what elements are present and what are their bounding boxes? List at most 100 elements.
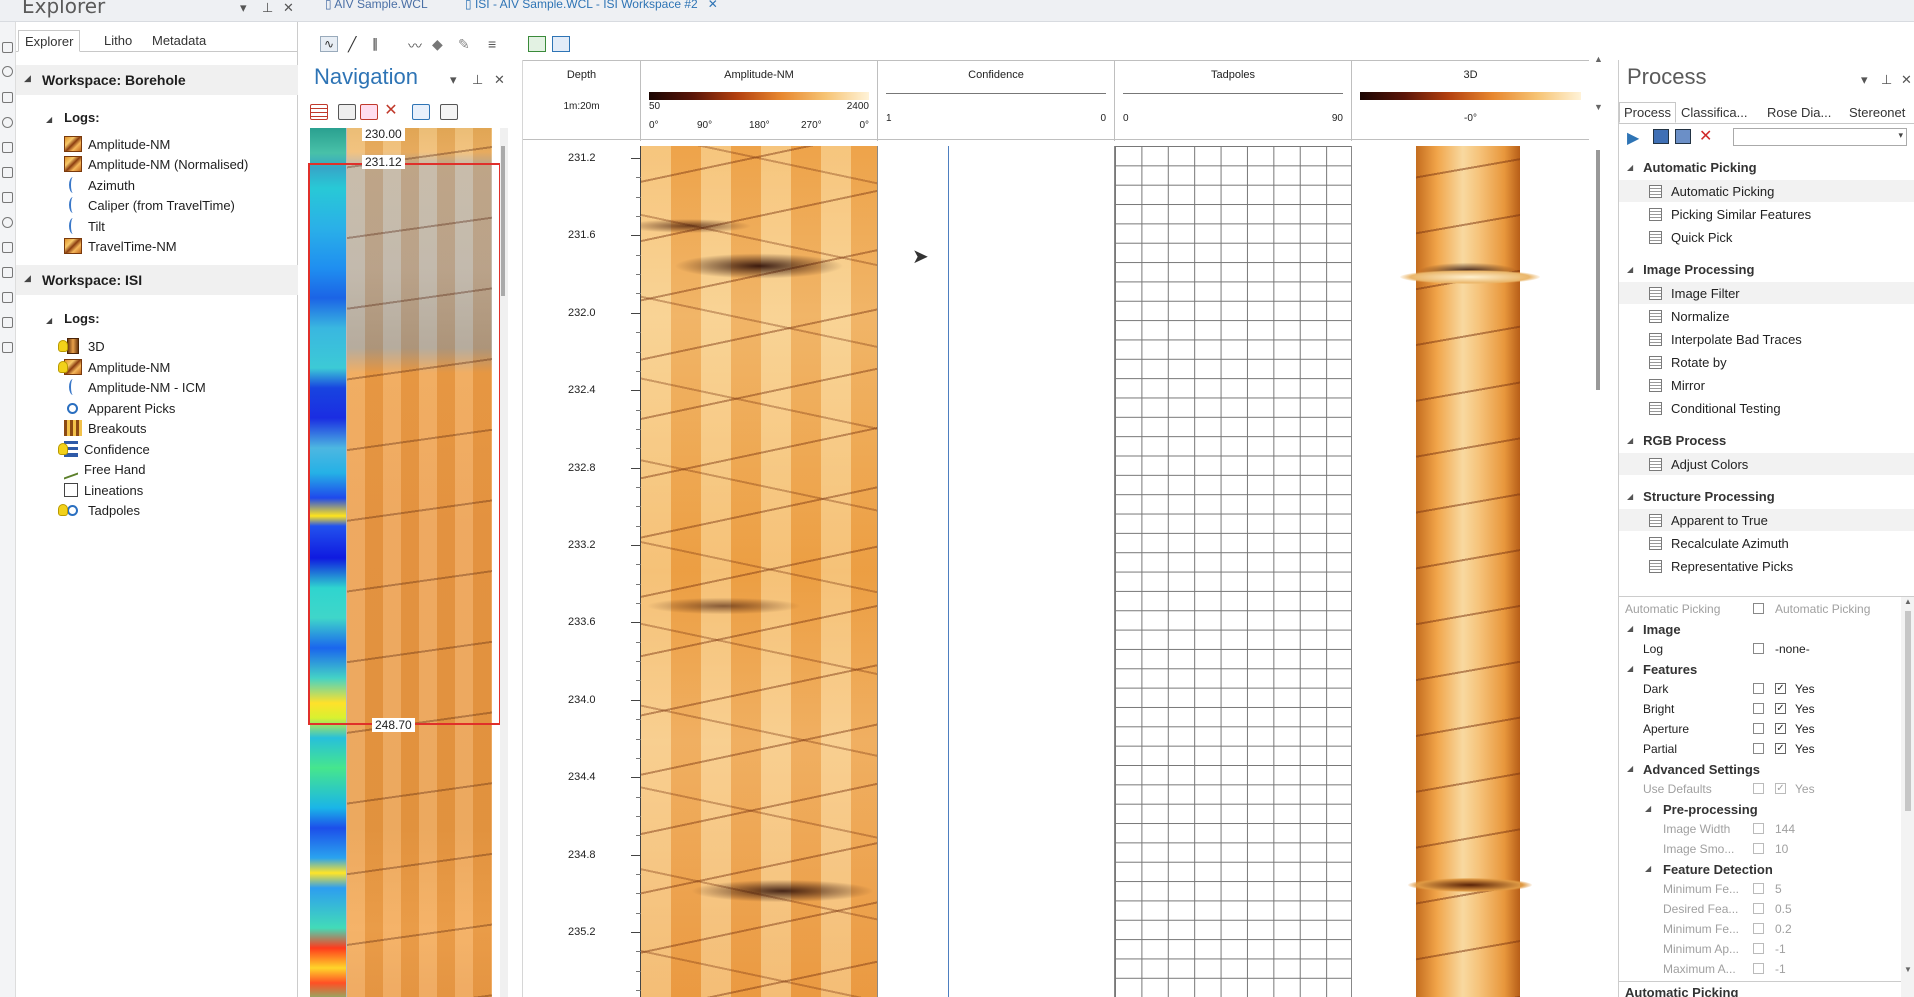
edit-icon[interactable] <box>1753 723 1764 734</box>
eraser-icon[interactable]: ◆ <box>432 36 450 52</box>
category-rgb-process[interactable]: ◢ RGB Process <box>1627 429 1726 451</box>
scroll-up-icon[interactable]: ▲ <box>1594 54 1603 64</box>
tool-icon[interactable] <box>2 92 13 103</box>
category-image-processing[interactable]: ◢ Image Processing <box>1627 258 1754 280</box>
tree-item-lineations[interactable]: Lineations <box>64 480 143 500</box>
amplitude-image-track[interactable] <box>641 146 878 997</box>
process-item-rotate[interactable]: Rotate by <box>1619 351 1914 373</box>
tool-icon[interactable] <box>2 267 13 278</box>
tool-icon[interactable] <box>2 317 13 328</box>
prop-section-feature-detection[interactable]: ◢ Feature Detection <box>1619 859 1901 879</box>
confidence-track[interactable]: ➤ <box>878 146 1115 997</box>
process-item-adjust-colors[interactable]: Adjust Colors <box>1619 453 1914 475</box>
category-structure-processing[interactable]: ◢ Structure Processing <box>1627 485 1775 507</box>
process-item-quick-pick[interactable]: Quick Pick <box>1619 226 1914 248</box>
prop-log[interactable]: Log -none- <box>1619 639 1901 659</box>
prop-section-features[interactable]: ◢ Features <box>1619 659 1901 679</box>
prop-value[interactable]: 0.2 <box>1775 922 1792 936</box>
collapse-icon[interactable]: ◢ <box>24 273 31 284</box>
lightbulb-icon[interactable] <box>58 340 68 352</box>
scroll-down-icon[interactable]: ▼ <box>1904 965 1912 974</box>
workspace-isi[interactable]: ◢ Workspace: ISI <box>16 265 298 295</box>
prop-desired-feature[interactable]: Desired Fea... 0.5 <box>1619 899 1901 919</box>
edit-icon[interactable] <box>1753 883 1764 894</box>
prop-value[interactable]: 0.5 <box>1775 902 1792 916</box>
tree-item-amplitude-nm-normalised[interactable]: Amplitude-NM (Normalised) <box>64 154 248 174</box>
remove-track-icon[interactable] <box>360 104 378 120</box>
collapse-icon[interactable]: ◢ <box>46 115 52 124</box>
import-icon[interactable] <box>528 36 546 52</box>
collapse-icon[interactable]: ◢ <box>1627 764 1633 773</box>
prop-section-image[interactable]: ◢ Image <box>1619 619 1901 639</box>
process-item-recalculate-azimuth[interactable]: Recalculate Azimuth <box>1619 532 1914 554</box>
tree-item-caliper[interactable]: Caliper (from TravelTime) <box>64 195 235 215</box>
chevron-down-icon[interactable]: ▾ <box>1898 130 1903 141</box>
tab-process[interactable]: Process <box>1619 102 1676 123</box>
process-item-apparent-to-true[interactable]: Apparent to True <box>1619 509 1914 531</box>
prop-section-advanced[interactable]: ◢ Advanced Settings <box>1619 759 1901 779</box>
scroll-down-icon[interactable]: ▼ <box>1594 102 1603 112</box>
collapse-icon[interactable]: ◢ <box>46 316 52 325</box>
export-icon[interactable] <box>412 104 430 120</box>
list-icon[interactable] <box>310 104 328 120</box>
prop-minimum-feature-1[interactable]: Minimum Fe... 5 <box>1619 879 1901 899</box>
tool-icon[interactable] <box>2 117 13 128</box>
tool-icon[interactable] <box>2 217 13 228</box>
collapse-icon[interactable]: ◢ <box>24 73 31 84</box>
collapse-icon[interactable]: ◢ <box>1645 864 1651 873</box>
collapse-icon[interactable]: ◢ <box>1627 664 1633 673</box>
header-amplitude[interactable]: Amplitude-NM 50 2400 0° 90° 180° 270° 0° <box>641 61 878 141</box>
prop-partial[interactable]: Partial ✓ Yes <box>1619 739 1901 759</box>
checkbox-checked[interactable]: ✓ <box>1775 703 1786 714</box>
edit-icon[interactable] <box>440 104 458 120</box>
tab-classification[interactable]: Classifica... <box>1681 105 1747 120</box>
tab-stereonet[interactable]: Stereonet <box>1849 105 1905 120</box>
prop-value[interactable]: 144 <box>1775 822 1795 836</box>
process-item-mirror[interactable]: Mirror <box>1619 374 1914 396</box>
tool-icon[interactable] <box>2 342 13 353</box>
tool-icon[interactable] <box>2 192 13 203</box>
parallel-tool-icon[interactable]: ∥ <box>372 36 390 52</box>
checkbox-checked[interactable]: ✓ <box>1775 723 1786 734</box>
prop-aperture[interactable]: Aperture ✓ Yes <box>1619 719 1901 739</box>
delete-icon[interactable]: ✕ <box>1699 126 1712 146</box>
checkbox-checked[interactable]: ✓ <box>1775 743 1786 754</box>
3d-track[interactable] <box>1352 146 1589 997</box>
tab-rose-diagram[interactable]: Rose Dia... <box>1767 105 1831 120</box>
lightbulb-icon[interactable] <box>58 361 68 373</box>
tool-icon[interactable] <box>2 66 13 77</box>
prop-section-preprocessing[interactable]: ◢ Pre-processing <box>1619 799 1901 819</box>
edit-icon[interactable] <box>1753 743 1764 754</box>
prop-value[interactable]: 10 <box>1775 842 1788 856</box>
tree-item-breakouts[interactable]: Breakouts <box>64 418 147 438</box>
checkbox-checked[interactable]: ✓ <box>1775 683 1786 694</box>
tree-item-azimuth[interactable]: Azimuth <box>64 175 135 195</box>
tree-item-confidence[interactable]: Confidence <box>58 439 150 459</box>
tab-metadata[interactable]: Metadata <box>146 30 212 52</box>
scroll-thumb[interactable] <box>1905 611 1911 811</box>
prop-value[interactable]: -1 <box>1775 962 1786 976</box>
edit-icon[interactable] <box>1753 643 1764 654</box>
edit-icon[interactable] <box>1753 783 1764 794</box>
collapse-icon[interactable]: ◢ <box>1627 163 1633 172</box>
property-scrollbar[interactable]: ▲ ▼ <box>1901 597 1914 997</box>
tree-item-tadpoles[interactable]: Tadpoles <box>58 500 140 520</box>
tree-item-free-hand[interactable]: Free Hand <box>64 458 145 480</box>
edit-icon[interactable] <box>1753 923 1764 934</box>
tab-explorer[interactable]: Explorer <box>18 30 81 52</box>
tree-item-amplitude-nm-isi[interactable]: Amplitude-NM <box>58 357 170 377</box>
export-icon[interactable] <box>552 36 570 52</box>
process-item-automatic-picking[interactable]: Automatic Picking <box>1619 180 1914 202</box>
doc-tab-isi[interactable]: ▯ ISI - AIV Sample.WCL - ISI Workspace #… <box>465 0 718 11</box>
chevron-down-icon[interactable]: ▾ <box>1861 72 1868 88</box>
prop-minimum-feature-2[interactable]: Minimum Fe... 0.2 <box>1619 919 1901 939</box>
edit-icon[interactable] <box>1753 683 1764 694</box>
header-depth[interactable]: Depth 1m:20m <box>523 61 641 141</box>
run-icon[interactable]: ▶ <box>1627 128 1639 148</box>
pin-icon[interactable]: ⊥ <box>262 0 273 16</box>
process-item-representative-picks[interactable]: Representative Picks <box>1619 555 1914 577</box>
prop-value[interactable]: -1 <box>1775 942 1786 956</box>
process-item-interpolate[interactable]: Interpolate Bad Traces <box>1619 328 1914 350</box>
header-tadpoles[interactable]: Tadpoles 0 90 <box>1115 61 1352 141</box>
edit-icon[interactable] <box>1753 603 1764 614</box>
